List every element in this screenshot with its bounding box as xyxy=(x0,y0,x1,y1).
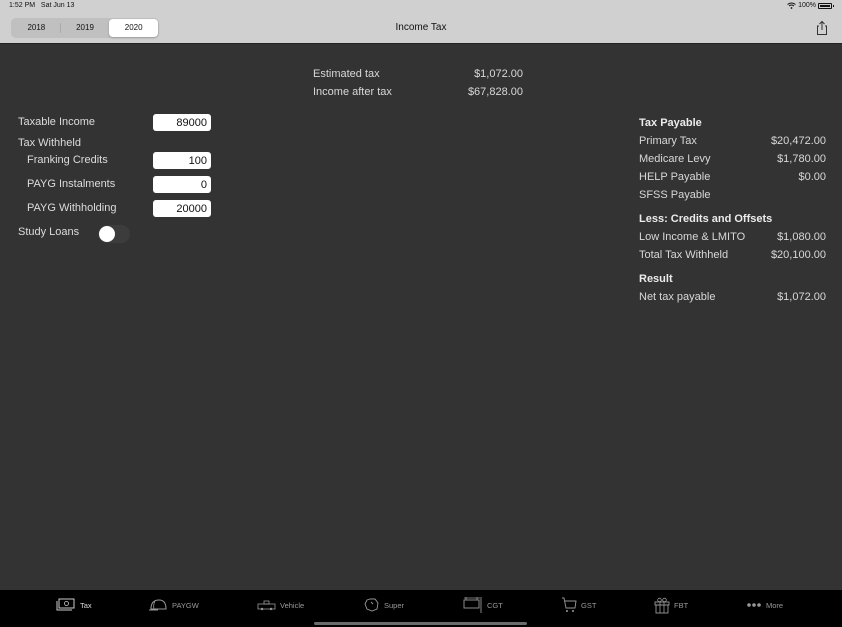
study-loans-toggle[interactable] xyxy=(98,225,130,243)
credits-header: Less: Credits and Offsets xyxy=(639,213,773,225)
tab-vehicle[interactable]: Vehicle xyxy=(257,595,304,615)
summary-value: $67,828.00 xyxy=(467,86,523,98)
gift-icon xyxy=(654,597,670,613)
summary-row-estimated-tax: Estimated tax $1,072.00 xyxy=(313,66,523,84)
breakdown-value: $0.00 xyxy=(798,171,826,183)
sign-icon xyxy=(463,597,482,613)
battery-icon xyxy=(818,2,834,9)
breakdown-label: Medicare Levy xyxy=(639,153,711,165)
taxable-income-input[interactable] xyxy=(153,114,211,131)
tab-paygw[interactable]: PAYGW xyxy=(148,595,199,615)
breakdown-label: Total Tax Withheld xyxy=(639,249,729,261)
breakdown-label: Low Income & LMITO xyxy=(639,231,746,243)
tab-label: GST xyxy=(581,600,597,610)
more-icon xyxy=(747,603,761,607)
tab-label: Tax xyxy=(80,600,92,610)
tab-label: CGT xyxy=(487,600,503,610)
status-time: 1:52 PM Sat Jun 13 xyxy=(9,2,75,9)
payg-instalments-row: PAYG Instalments xyxy=(18,176,211,194)
year-segment-2020[interactable]: 2020 xyxy=(109,19,159,37)
breakdown-row: HELP Payable $0.00 xyxy=(639,169,826,187)
franking-credits-input[interactable] xyxy=(153,152,211,169)
breakdown-label: Net tax payable xyxy=(639,291,716,303)
tax-breakdown: Tax Payable Primary Tax $20,472.00 Medic… xyxy=(639,115,826,307)
breakdown-value: $1,072.00 xyxy=(777,291,826,303)
home-indicator[interactable] xyxy=(314,622,527,625)
tab-gst[interactable]: GST xyxy=(561,595,596,615)
payg-withholding-input[interactable] xyxy=(153,200,211,217)
breakdown-label: SFSS Payable xyxy=(639,189,711,201)
tab-super[interactable]: Super xyxy=(364,595,404,615)
breakdown-value: $20,472.00 xyxy=(770,135,826,147)
toggle-knob xyxy=(99,226,115,242)
tax-summary: Estimated tax $1,072.00 Income after tax… xyxy=(313,66,523,102)
payg-withholding-row: PAYG Withholding xyxy=(18,200,211,218)
tax-withheld-label: Tax Withheld xyxy=(18,137,81,149)
breakdown-value: $1,080.00 xyxy=(777,231,826,243)
result-header: Result xyxy=(639,273,673,285)
breakdown-row: Primary Tax $20,472.00 xyxy=(639,133,826,151)
status-bar: 1:52 PM Sat Jun 13 100% xyxy=(0,0,842,12)
payg-withholding-label: PAYG Withholding xyxy=(27,202,117,214)
summary-label: Income after tax xyxy=(313,86,392,98)
piggy-bank-icon xyxy=(364,598,379,612)
cash-icon xyxy=(56,598,75,611)
breakdown-row: Total Tax Withheld $20,100.00 xyxy=(639,247,826,265)
taxable-income-label: Taxable Income xyxy=(18,116,96,128)
tab-fbt[interactable]: FBT xyxy=(654,595,688,615)
taxable-income-row: Taxable Income xyxy=(18,114,211,132)
summary-label: Estimated tax xyxy=(313,68,380,80)
study-loans-label: Study Loans xyxy=(18,226,80,238)
summary-value: $1,072.00 xyxy=(474,68,523,80)
tab-label: Vehicle xyxy=(280,600,305,610)
franking-credits-row: Franking Credits xyxy=(18,152,211,170)
franking-credits-label: Franking Credits xyxy=(27,154,108,166)
breakdown-label: HELP Payable xyxy=(639,171,711,183)
breakdown-row: Low Income & LMITO $1,080.00 xyxy=(639,229,826,247)
tab-label: FBT xyxy=(674,600,689,610)
tab-more[interactable]: More xyxy=(746,595,783,615)
tax-payable-header: Tax Payable xyxy=(639,117,702,129)
tab-label: More xyxy=(766,600,784,610)
wifi-icon xyxy=(787,2,796,9)
year-segment-2019[interactable]: 2019 xyxy=(61,19,110,37)
payg-instalments-input[interactable] xyxy=(153,176,211,193)
battery-percent: 100% xyxy=(798,2,816,9)
year-segment-2018[interactable]: 2018 xyxy=(12,19,61,37)
breakdown-label: Primary Tax xyxy=(639,135,697,147)
navigation-bar: Income Tax 2018 2019 2020 xyxy=(0,12,842,44)
breakdown-row: Net tax payable $1,072.00 xyxy=(639,289,826,307)
car-icon xyxy=(257,600,276,611)
tax-withheld-row: Tax Withheld xyxy=(18,135,211,153)
hard-hat-icon xyxy=(149,599,167,611)
breakdown-value: $1,780.00 xyxy=(777,153,826,165)
year-segmented-control[interactable]: 2018 2019 2020 xyxy=(11,18,159,38)
tab-label: Super xyxy=(384,600,405,610)
summary-row-income-after-tax: Income after tax $67,828.00 xyxy=(313,84,523,102)
breakdown-row: Medicare Levy $1,780.00 xyxy=(639,151,826,169)
share-icon[interactable] xyxy=(814,20,830,36)
payg-instalments-label: PAYG Instalments xyxy=(27,178,116,190)
tab-cgt[interactable]: CGT xyxy=(463,595,503,615)
tab-label: PAYGW xyxy=(172,600,199,610)
status-right: 100% xyxy=(787,2,834,9)
cart-icon xyxy=(562,597,577,612)
breakdown-row: SFSS Payable xyxy=(639,187,826,205)
breakdown-value: $20,100.00 xyxy=(770,249,826,261)
tab-tax[interactable]: Tax xyxy=(56,595,92,615)
